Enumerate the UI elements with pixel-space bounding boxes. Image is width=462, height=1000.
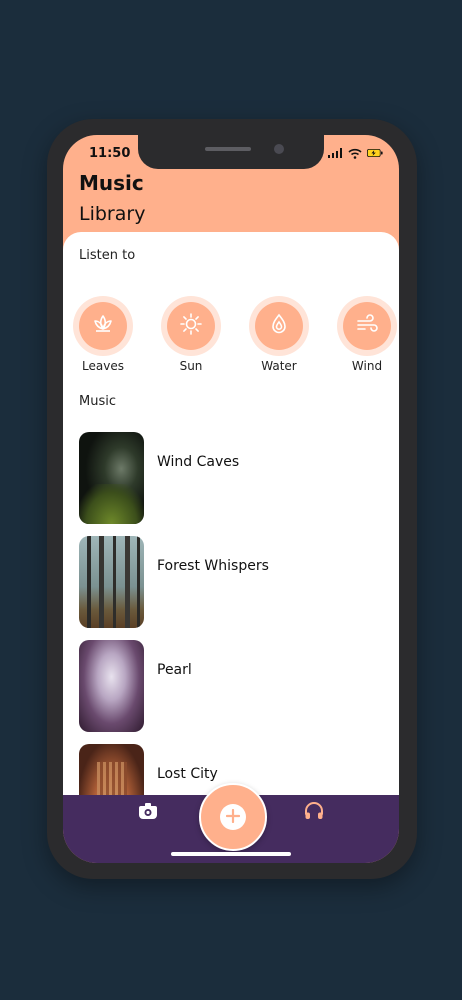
status-icons <box>327 147 383 159</box>
sun-icon <box>179 312 203 340</box>
lotus-icon <box>91 312 115 340</box>
wifi-icon <box>347 147 363 159</box>
listen-item-label: Wind <box>351 359 383 373</box>
music-thumbnail <box>79 640 144 732</box>
listen-item-label: Leaves <box>82 359 124 373</box>
listen-item-sun[interactable]: Sun <box>156 296 226 373</box>
listen-circle <box>73 296 133 356</box>
battery-icon <box>367 147 383 159</box>
plus-icon <box>225 808 241 827</box>
wind-icon <box>355 312 379 340</box>
page-title: Music <box>79 171 144 195</box>
app-screen: 11:50 Music Library Listen to Leaves Sun… <box>63 135 399 863</box>
status-time: 11:50 <box>89 146 131 161</box>
listen-circle <box>161 296 221 356</box>
listen-circle-inner <box>255 302 303 350</box>
listen-circle-inner <box>167 302 215 350</box>
music-item-forest-whispers[interactable]: Forest Whispers <box>79 536 379 628</box>
listen-section-label: Listen to <box>79 248 136 263</box>
music-item-name: Wind Caves <box>157 454 240 470</box>
listen-circle-inner <box>79 302 127 350</box>
music-item-name: Forest Whispers <box>157 558 269 574</box>
bottom-nav <box>63 783 399 863</box>
listen-item-leaves[interactable]: Leaves <box>68 296 138 373</box>
content-card: Listen to Leaves Sun Water Wind Music Wi… <box>63 232 399 795</box>
listen-circle <box>337 296 397 356</box>
home-indicator <box>171 852 291 856</box>
listen-item-water[interactable]: Water <box>244 296 314 373</box>
music-item-wind-caves[interactable]: Wind Caves <box>79 432 379 524</box>
listen-item-label: Water <box>261 359 297 373</box>
page-subtitle: Library <box>79 203 146 225</box>
music-item-name: Pearl <box>157 662 192 678</box>
front-camera <box>274 144 284 154</box>
listen-item-label: Sun <box>179 359 203 373</box>
add-button[interactable] <box>199 783 267 851</box>
listen-circle-inner <box>343 302 391 350</box>
listen-circle <box>249 296 309 356</box>
camera-icon[interactable] <box>137 800 159 822</box>
speaker-grille <box>205 147 251 151</box>
headphones-icon[interactable] <box>303 800 325 822</box>
listen-item-wind[interactable]: Wind <box>332 296 399 373</box>
phone-notch <box>138 135 324 169</box>
listen-row: Leaves Sun Water Wind <box>63 296 399 376</box>
signal-icon <box>327 147 343 159</box>
music-thumbnail <box>79 744 144 795</box>
music-item-pearl[interactable]: Pearl <box>79 640 379 732</box>
music-section-label: Music <box>79 394 116 409</box>
water-drop-icon <box>267 312 291 340</box>
fab-inner <box>220 804 246 830</box>
music-item-name: Lost City <box>157 766 218 782</box>
music-thumbnail <box>79 536 144 628</box>
music-thumbnail <box>79 432 144 524</box>
